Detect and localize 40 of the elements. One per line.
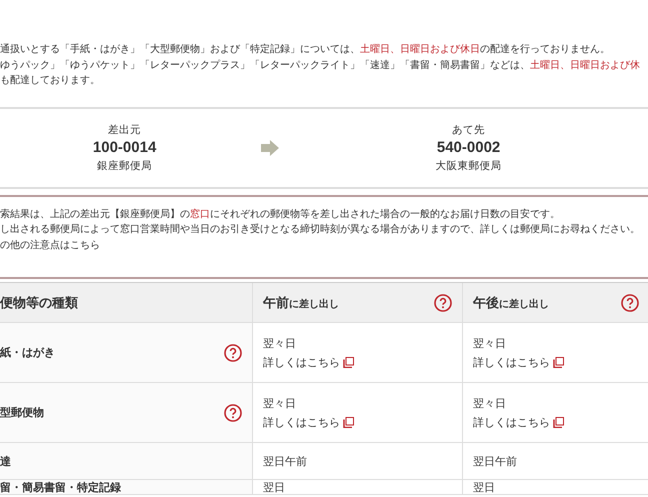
- notice-text: も配達しております。: [0, 74, 101, 88]
- notice-text: ゆうパック」「ゆうパケット」「レターパックプラス」「レターパックライト」「速達」「書留・簡易書留」などは、土曜日、日曜日および休: [0, 58, 641, 72]
- help-icon[interactable]: [621, 294, 639, 312]
- delivery-days: 翌々日: [263, 334, 296, 352]
- help-icon[interactable]: [224, 344, 242, 362]
- delivery-days: 翌日: [263, 481, 285, 494]
- help-icon[interactable]: [224, 404, 242, 422]
- new-window-icon: [343, 416, 354, 428]
- details-link[interactable]: 詳しくはこちら: [473, 352, 564, 372]
- new-window-icon: [553, 416, 564, 428]
- destination-postcode: 540-0002: [436, 138, 502, 158]
- help-icon[interactable]: [434, 294, 452, 312]
- mail-type-label: 留・簡易書留・特定記録: [0, 481, 121, 494]
- note-text: 索結果は、上記の差出元【銀座郵便局】の窓口 にそれぞれの郵便物等を差し出された場合の一般的なお届け日数の目安です。: [0, 208, 561, 222]
- mail-type-label: 達: [0, 454, 11, 468]
- column-header: 午後に差し出し: [463, 283, 648, 322]
- delivery-days: 翌々日: [263, 394, 296, 412]
- note-text: し出される郵便局によって窓口営業時間や当日のお引き受けとなる締切時刻が異なる場合がありますので、詳しくは郵便局にお尋ねください。: [0, 222, 641, 237]
- notice-text: 通扱いとする「手紙・はがき」「大型郵便物」および「特定記録」については、土曜日、日曜日および休日の配達を行っておりません。: [0, 42, 611, 57]
- arrow-right-icon: [261, 140, 280, 156]
- delivery-days: 翌日: [473, 481, 495, 494]
- column-header: 午前に差し出し: [253, 283, 463, 322]
- delivery-days: 翌々日: [473, 394, 506, 412]
- new-window-icon: [553, 356, 564, 368]
- delivery-days: 翌日午前: [473, 452, 517, 470]
- details-link[interactable]: 詳しくはこちら: [263, 412, 354, 432]
- delivery-days: 翌日午前: [263, 452, 307, 470]
- origin-postcode: 100-0014: [92, 138, 158, 158]
- details-link[interactable]: 詳しくはこちら: [263, 352, 354, 372]
- mail-type-label: 型郵便物: [0, 405, 44, 420]
- destination-office: 大阪東郵便局: [434, 158, 503, 174]
- column-header: 便物等の種類: [0, 283, 253, 322]
- note-text: の他の注意点はこちら: [0, 238, 101, 252]
- details-link[interactable]: 詳しくはこちら: [473, 412, 564, 432]
- origin-label: 差出元: [107, 122, 142, 138]
- origin-office: 銀座郵便局: [96, 158, 154, 174]
- new-window-icon: [343, 356, 354, 368]
- mail-type-label: 紙・はがき: [0, 345, 55, 360]
- destination-label: あて先: [451, 122, 486, 138]
- delivery-days: 翌々日: [473, 334, 506, 352]
